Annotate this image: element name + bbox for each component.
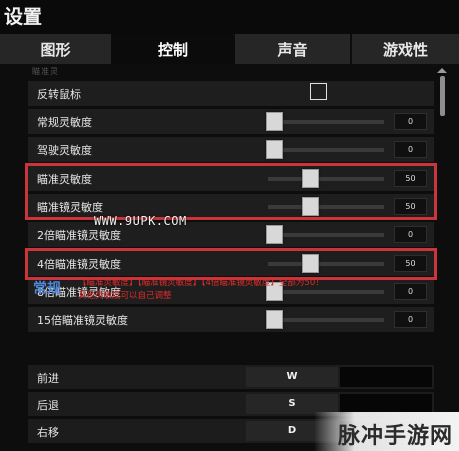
site-watermark: WWW.9UPK.COM (94, 214, 187, 228)
slider-handle[interactable] (266, 225, 283, 244)
scroll-up-arrow-icon[interactable] (437, 68, 447, 73)
window-title: 设置 (4, 6, 43, 28)
tab-controls[interactable]: 控制 (113, 34, 235, 64)
slider-handle[interactable] (266, 112, 283, 131)
general-sensitivity-value[interactable]: 0 (394, 113, 427, 130)
scope-15x-sensitivity-value[interactable]: 0 (394, 311, 427, 328)
general-sensitivity-row: 常规灵敏度 0 (28, 109, 434, 134)
section-title-general: 常规 (33, 281, 61, 297)
scope-8x-sensitivity-value[interactable]: 0 (394, 283, 427, 300)
cut-off-label: 瞄准灵 (32, 67, 59, 76)
scrollbar-thumb[interactable] (440, 76, 445, 116)
vehicle-sensitivity-label: 驾驶灵敏度 (37, 144, 92, 157)
scope-2x-sensitivity-row: 2倍瞄准镜灵敏度 0 (28, 222, 434, 247)
scope-15x-sensitivity-slider[interactable] (266, 310, 384, 329)
tab-graphics[interactable]: 图形 (0, 34, 113, 64)
title-bar: 设置 (0, 0, 459, 34)
keybind-row-forward: 前进 W (28, 365, 434, 389)
keybind-back-primary[interactable]: S (246, 394, 338, 414)
keybind-right-label: 右移 (37, 426, 59, 439)
scope-2x-sensitivity-value[interactable]: 0 (394, 226, 427, 243)
corner-logo: 脉冲手游网 (314, 412, 459, 451)
vehicle-sensitivity-slider[interactable] (266, 140, 384, 159)
slider-handle[interactable] (266, 310, 283, 329)
keybind-forward-label: 前进 (37, 372, 59, 385)
tab-sound[interactable]: 声音 (235, 34, 352, 64)
scope-2x-sensitivity-slider[interactable] (266, 225, 384, 244)
corner-logo-text: 脉冲手游网 (337, 424, 453, 449)
invert-mouse-label: 反转鼠标 (37, 88, 81, 101)
tab-bar: 图形 控制 声音 游戏性 (0, 34, 459, 64)
vehicle-sensitivity-row: 驾驶灵敏度 0 (28, 137, 434, 162)
red-note-line1: 【瞄准灵敏度】【瞄准镜灵敏度】【4倍瞄准镜灵敏度】全部为50！ (78, 278, 324, 288)
scope-2x-sensitivity-label: 2倍瞄准镜灵敏度 (37, 229, 121, 242)
scope-8x-sensitivity-slider[interactable] (266, 282, 384, 301)
slider-handle[interactable] (266, 140, 283, 159)
vehicle-sensitivity-value[interactable]: 0 (394, 141, 427, 158)
tab-gameplay[interactable]: 游戏性 (352, 34, 459, 64)
keybind-back-label: 后退 (37, 399, 59, 412)
red-note-line2: 其他灵敏度可以自己调整 (78, 291, 172, 301)
highlight-box-aim-scope (25, 163, 437, 220)
invert-mouse-row: 反转鼠标 (28, 81, 434, 106)
keybind-back-secondary[interactable] (340, 394, 432, 414)
invert-mouse-checkbox[interactable] (310, 83, 327, 100)
keybind-forward-secondary[interactable] (340, 367, 432, 387)
keybind-forward-primary[interactable]: W (246, 367, 338, 387)
scope-15x-sensitivity-row: 15倍瞄准镜灵敏度 0 (28, 307, 434, 332)
general-sensitivity-label: 常规灵敏度 (37, 116, 92, 129)
scope-15x-sensitivity-label: 15倍瞄准镜灵敏度 (37, 314, 128, 327)
general-sensitivity-slider[interactable] (266, 112, 384, 131)
